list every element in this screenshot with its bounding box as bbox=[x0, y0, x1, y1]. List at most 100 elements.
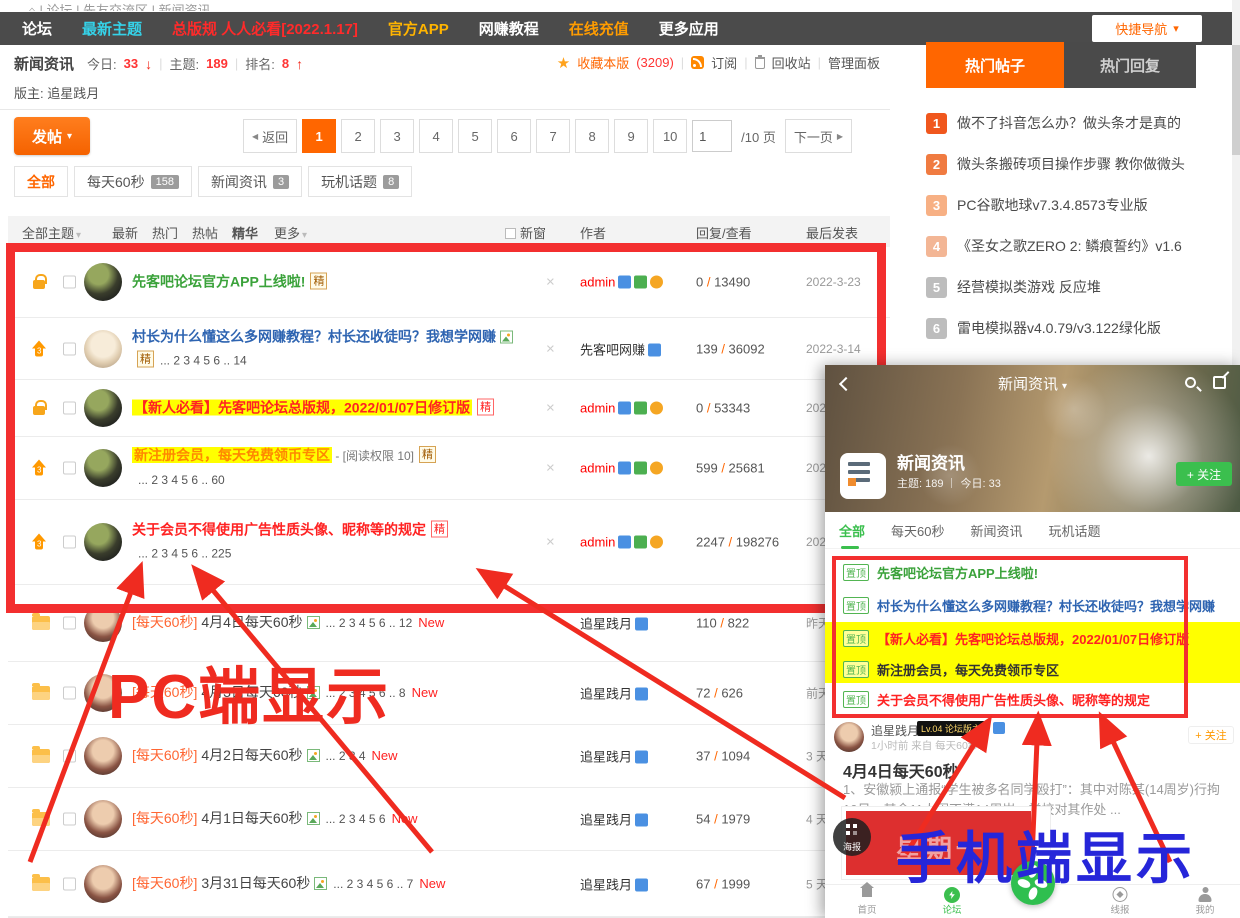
hot-post-title[interactable]: 做不了抖音怎么办？做头条才是真的 bbox=[957, 113, 1181, 133]
follow-button[interactable]: + 关注 bbox=[1176, 462, 1232, 486]
page-number[interactable]: 6 bbox=[497, 119, 531, 153]
page-number[interactable]: 7 bbox=[536, 119, 570, 153]
avatar[interactable] bbox=[84, 523, 122, 561]
tab-hot-posts[interactable]: 热门帖子 bbox=[926, 42, 1064, 88]
tab-hot-replies[interactable]: 热门回复 bbox=[1064, 42, 1196, 88]
hot-post-title[interactable]: 雷电模拟器v4.0.79/v3.122绿化版 bbox=[957, 318, 1161, 338]
tabbar-item[interactable]: 论坛 bbox=[924, 887, 980, 916]
row-checkbox[interactable] bbox=[63, 687, 76, 700]
page-number[interactable]: 4 bbox=[419, 119, 453, 153]
thread-author[interactable]: 追星践月 bbox=[580, 614, 692, 633]
back-button[interactable]: 返回 bbox=[243, 119, 297, 153]
author-name[interactable]: 追星践月 bbox=[580, 877, 632, 892]
thread-pages[interactable]: ... 2 3 4 5 6 .. 8 bbox=[326, 686, 406, 700]
nav-item[interactable]: 网赚教程 bbox=[479, 18, 539, 39]
sticky-thread[interactable]: 置顶新注册会员，每天免费领币专区 bbox=[825, 655, 1240, 683]
row-checkbox[interactable] bbox=[63, 813, 76, 826]
row-checkbox[interactable] bbox=[63, 617, 76, 630]
mobile-tab[interactable]: 新闻资讯 bbox=[970, 521, 1022, 540]
avatar[interactable] bbox=[84, 674, 122, 712]
tabbar-item[interactable]: 我的 bbox=[1177, 887, 1233, 916]
hot-post-item[interactable]: 2微头条搬砖项目操作步骤 教你做微头 bbox=[926, 153, 1230, 175]
avatar[interactable] bbox=[84, 263, 122, 301]
hot-post-item[interactable]: 5经营模拟类游戏 反应堆 bbox=[926, 276, 1230, 298]
page-number[interactable]: 2 bbox=[341, 119, 375, 153]
hot-post-title[interactable]: 微头条搬砖项目操作步骤 教你做微头 bbox=[957, 154, 1185, 174]
filter-button[interactable]: 每天60秒158 bbox=[74, 166, 192, 197]
thread-pages[interactable]: ... 2 3 4 5 6 .. 12 bbox=[326, 616, 413, 630]
close-icon[interactable] bbox=[546, 274, 555, 291]
page-number[interactable]: 9 bbox=[614, 119, 648, 153]
hot-post-item[interactable]: 1做不了抖音怎么办？做头条才是真的 bbox=[926, 112, 1230, 134]
row-checkbox[interactable] bbox=[63, 536, 76, 549]
close-icon[interactable] bbox=[546, 340, 555, 357]
close-icon[interactable] bbox=[546, 534, 555, 551]
poster-share-button[interactable]: 海报 bbox=[833, 818, 871, 856]
new-post-button[interactable]: 发帖 bbox=[14, 117, 90, 155]
filter-button[interactable]: 新闻资讯3 bbox=[198, 166, 302, 197]
mobile-tab[interactable]: 玩机话题 bbox=[1049, 521, 1101, 540]
page-input[interactable]: 1 bbox=[692, 120, 732, 152]
sticky-thread[interactable]: 置顶村长为什么懂这么多网赚教程？村长还收徒吗？我想学网赚 bbox=[825, 589, 1240, 622]
nav-item[interactable]: 官方APP bbox=[388, 18, 449, 39]
thread-title[interactable]: 新注册会员，每天免费领币专区 bbox=[132, 447, 332, 463]
row-checkbox[interactable] bbox=[63, 750, 76, 763]
author-name[interactable]: admin bbox=[580, 535, 615, 550]
page-number[interactable]: 5 bbox=[458, 119, 492, 153]
sticky-title[interactable]: 村长为什么懂这么多网赚教程？村长还收徒吗？我想学网赚 bbox=[877, 596, 1215, 615]
thread-pages[interactable]: ... 2 3 4 5 6 .. 225 bbox=[138, 547, 231, 561]
hot-post-title[interactable]: 经营模拟类游戏 反应堆 bbox=[957, 277, 1101, 297]
close-icon[interactable] bbox=[546, 400, 555, 417]
thread-author[interactable]: admin bbox=[580, 535, 692, 550]
thread-title[interactable]: 关于会员不得使用广告性质头像、昵称等的规定 bbox=[132, 522, 426, 538]
close-icon[interactable] bbox=[546, 460, 555, 477]
filter-more[interactable]: 更多 bbox=[274, 223, 307, 242]
thread-category-tag[interactable]: [每天60秒] bbox=[132, 684, 197, 700]
author-name[interactable]: 追星践月 bbox=[580, 617, 632, 632]
row-checkbox[interactable] bbox=[63, 342, 76, 355]
thread-category-tag[interactable]: [每天60秒] bbox=[132, 810, 197, 826]
author-name[interactable]: 追星践月 bbox=[580, 813, 632, 828]
thread-pages[interactable]: ... 2 3 4 5 6 bbox=[326, 812, 386, 826]
avatar[interactable] bbox=[84, 449, 122, 487]
thread-author[interactable]: 追星践月 bbox=[580, 874, 692, 893]
thread-author[interactable]: 追星践月 bbox=[580, 810, 692, 829]
subscribe-link[interactable]: 订阅 bbox=[711, 53, 737, 72]
center-action-button[interactable] bbox=[1011, 861, 1055, 905]
filter-hot[interactable]: 热门 bbox=[152, 223, 178, 242]
thread-category-tag[interactable]: [每天60秒] bbox=[132, 747, 197, 763]
thread-author[interactable]: admin bbox=[580, 275, 692, 290]
follow-author-button[interactable]: + 关注 bbox=[1188, 726, 1234, 744]
author-name[interactable]: 追星践月 bbox=[580, 750, 632, 765]
sticky-thread[interactable]: 置顶先客吧论坛官方APP上线啦! bbox=[825, 556, 1240, 589]
row-checkbox[interactable] bbox=[63, 276, 76, 289]
post-author[interactable]: 追星践月 bbox=[871, 722, 919, 739]
post-title[interactable]: 4月4日每天60秒 bbox=[843, 758, 959, 782]
hot-post-title[interactable]: PC谷歌地球v7.3.4.8573专业版 bbox=[957, 195, 1148, 215]
filter-digest[interactable]: 精华 bbox=[232, 223, 258, 242]
thread-category-tag[interactable]: [每天60秒] bbox=[132, 875, 197, 891]
thread-title[interactable]: 4月4日每天60秒 bbox=[201, 614, 302, 630]
nav-item[interactable]: 更多应用 bbox=[659, 18, 719, 39]
recycle-bin-link[interactable]: 回收站 bbox=[772, 53, 811, 72]
nav-item[interactable]: 最新主题 bbox=[82, 18, 142, 39]
favorite-link[interactable]: 收藏本版 bbox=[577, 53, 629, 72]
filter-all-threads[interactable]: 全部主题 bbox=[22, 223, 81, 242]
thread-author[interactable]: 先客吧网赚 bbox=[580, 339, 692, 358]
sticky-title[interactable]: 【新人必看】先客吧论坛总版规，2022/01/07日修订版 bbox=[877, 629, 1189, 648]
thread-author[interactable]: 追星践月 bbox=[580, 747, 692, 766]
hot-post-item[interactable]: 3PC谷歌地球v7.3.4.8573专业版 bbox=[926, 194, 1230, 216]
mobile-nav-title[interactable]: 新闻资讯 bbox=[825, 373, 1240, 394]
mobile-tab[interactable]: 每天60秒 bbox=[891, 521, 944, 540]
avatar[interactable] bbox=[84, 604, 122, 642]
tabbar-item[interactable]: 线报 bbox=[1092, 887, 1148, 916]
thread-title[interactable]: 4月3日每天60秒 bbox=[201, 684, 302, 700]
filter-newest[interactable]: 最新 bbox=[112, 223, 138, 242]
thread-title[interactable]: 4月2日每天60秒 bbox=[201, 747, 302, 763]
thread-pages[interactable]: ... 2 3 4 bbox=[326, 749, 366, 763]
avatar[interactable] bbox=[84, 865, 122, 903]
hot-post-item[interactable]: 6雷电模拟器v4.0.79/v3.122绿化版 bbox=[926, 317, 1230, 339]
tabbar-item[interactable]: 首页 bbox=[839, 887, 895, 916]
quick-nav-button[interactable]: 快捷导航 bbox=[1092, 15, 1202, 42]
page-number[interactable]: 1 bbox=[302, 119, 336, 153]
